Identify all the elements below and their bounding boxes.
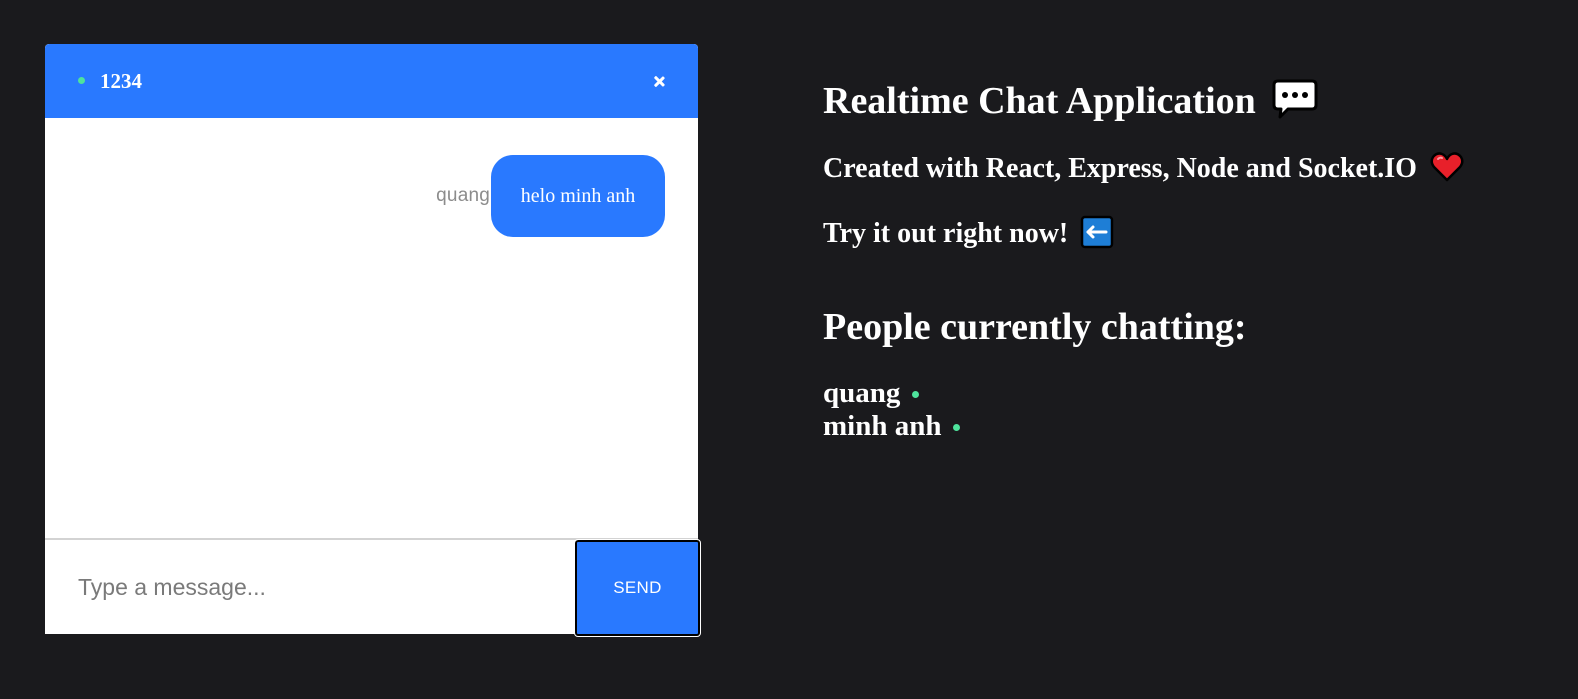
online-dot-icon [78, 77, 85, 84]
person-item: minh anh [823, 410, 961, 443]
person-name: minh anh [823, 410, 942, 442]
online-dot-icon [912, 391, 920, 398]
message-list: quang helo minh anh [45, 118, 698, 538]
try-it-line: Try it out right now! [823, 215, 1114, 251]
person-name: quang [823, 377, 901, 409]
send-button[interactable]: SEND [574, 539, 701, 637]
message-bubble: helo minh anh [491, 155, 665, 237]
message-text: helo minh anh [520, 184, 636, 207]
person-item: quang [823, 377, 960, 410]
room-name: 1234 [100, 69, 142, 93]
created-with-text: Created with React, Express, Node and So… [823, 153, 1417, 184]
close-icon[interactable] [646, 66, 672, 96]
app-title-text: Realtime Chat Application [823, 80, 1256, 122]
speech-bubble-icon [1272, 79, 1318, 119]
people-list: quang minh anh [823, 377, 961, 443]
online-dot-icon [953, 424, 961, 431]
chat-header: 1234 [45, 44, 698, 118]
message-row: quang helo minh anh [436, 155, 665, 237]
left-arrow-icon [1081, 215, 1114, 249]
app-title: Realtime Chat Application [823, 78, 1318, 124]
message-sender: quang [436, 185, 490, 206]
try-it-text: Try it out right now! [823, 218, 1069, 249]
message-input[interactable] [45, 540, 575, 634]
created-with-line: Created with React, Express, Node and So… [823, 152, 1464, 186]
heart-icon [1430, 152, 1464, 182]
people-heading: People currently chatting: [823, 306, 1247, 348]
